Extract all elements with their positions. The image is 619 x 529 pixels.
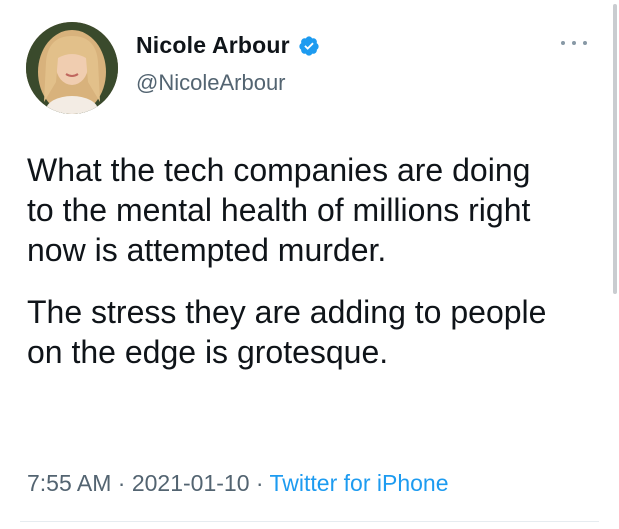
tweet-metadata: 7:55 AM · 2021-01-10 · Twitter for iPhon… bbox=[27, 470, 449, 497]
tweet-time[interactable]: 7:55 AM bbox=[27, 470, 111, 496]
tweet-source-link[interactable]: Twitter for iPhone bbox=[270, 470, 449, 496]
profile-photo-icon bbox=[26, 22, 118, 114]
tweet-paragraph: The stress they are adding to people on … bbox=[27, 294, 547, 370]
tweet-date[interactable]: 2021-01-10 bbox=[132, 470, 250, 496]
divider bbox=[20, 521, 599, 522]
meta-separator: · bbox=[249, 470, 270, 496]
meta-separator: · bbox=[111, 470, 132, 496]
name-row: Nicole Arbour bbox=[136, 32, 320, 59]
scrollbar[interactable] bbox=[613, 4, 617, 294]
avatar[interactable] bbox=[26, 22, 118, 114]
user-handle[interactable]: @NicoleArbour bbox=[136, 70, 286, 96]
verified-badge-icon bbox=[298, 35, 320, 57]
display-name[interactable]: Nicole Arbour bbox=[136, 32, 290, 59]
tweet-card: Nicole Arbour @NicoleArbour What the tec… bbox=[0, 0, 619, 529]
tweet-text: What the tech companies are doing to the… bbox=[27, 150, 597, 394]
more-options-icon[interactable] bbox=[561, 38, 587, 48]
tweet-paragraph: What the tech companies are doing to the… bbox=[27, 152, 531, 268]
